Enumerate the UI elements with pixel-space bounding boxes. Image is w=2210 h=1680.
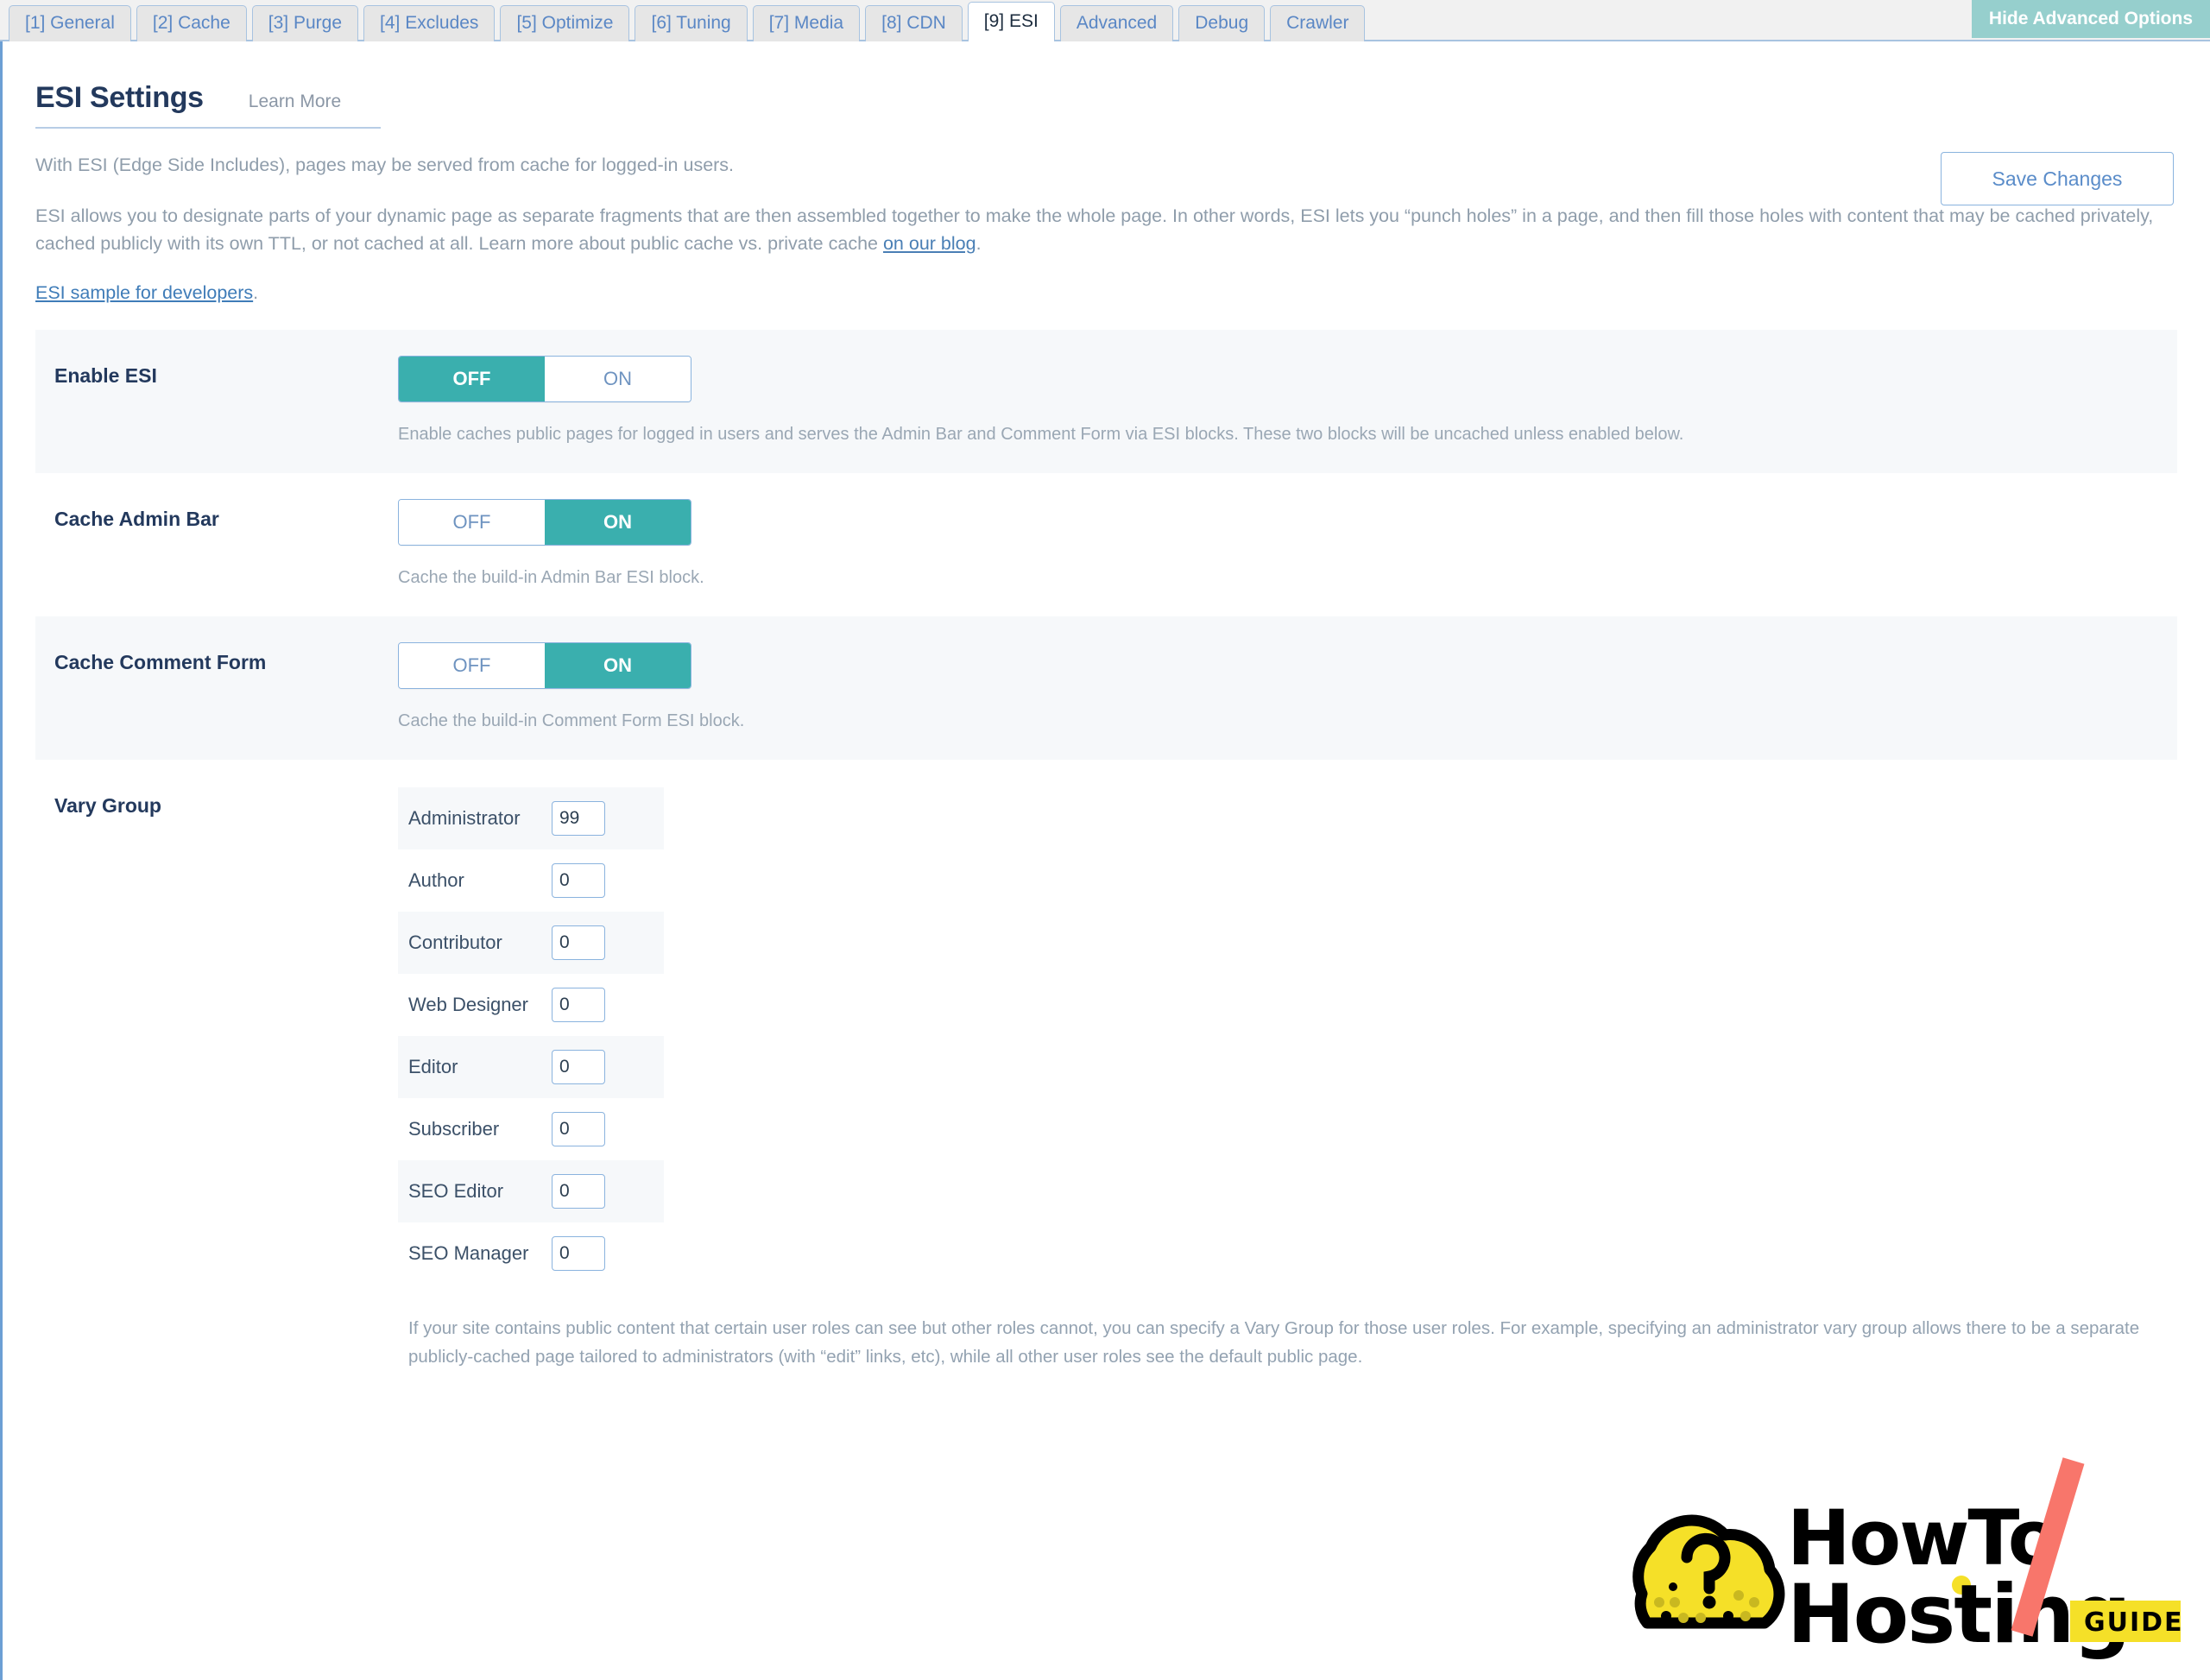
setting-row-cache-comment-form: Cache Comment Form OFF ON Cache the buil… (35, 616, 2177, 761)
tab-advanced[interactable]: Advanced (1059, 5, 1174, 41)
vary-group-table-body: Administrator Author (398, 787, 664, 1285)
vary-input-editor[interactable] (552, 1050, 605, 1085)
toggle-cache-admin-bar[interactable]: OFF ON (398, 499, 691, 546)
watermark-line1: HowTo (1787, 1494, 2058, 1582)
vary-role-value-cell-editor (552, 1036, 664, 1099)
watermark-slash (2011, 1457, 2085, 1637)
vary-input-author[interactable] (552, 863, 605, 899)
setting-row-vary-group: Vary Group Administrator Author (35, 760, 2177, 1398)
tab-general[interactable]: [1] General (9, 5, 131, 41)
setting-label-cache-comment-form: Cache Comment Form (54, 651, 267, 674)
vary-input-seo-editor[interactable] (552, 1174, 605, 1209)
table-row: SEO Editor (398, 1160, 664, 1223)
tab-excludes[interactable]: [4] Excludes (363, 5, 496, 41)
vary-role-label-seo-manager: SEO Manager (398, 1222, 552, 1285)
setting-label-enable-esi: Enable ESI (54, 364, 157, 388)
vary-role-value-cell-contributor (552, 912, 664, 975)
watermark-guide-label: GUIDE (2084, 1607, 2184, 1638)
toggle-enable-esi-off[interactable]: OFF (399, 357, 545, 402)
intro-paragraph-2: ESI allows you to designate parts of you… (35, 202, 2159, 258)
setting-row-cache-admin-bar: Cache Admin Bar OFF ON Cache the build-i… (35, 473, 2177, 617)
esi-sample-paragraph: ESI sample for developers. (35, 258, 2177, 304)
tab-media[interactable]: [7] Media (752, 5, 861, 41)
toggle-enable-esi[interactable]: OFF ON (398, 356, 691, 403)
tab-esi[interactable]: [9] ESI (967, 2, 1055, 41)
vary-input-administrator[interactable] (552, 801, 605, 837)
esi-sample-period: . (253, 282, 259, 304)
watermark-guide-badge (2070, 1601, 2181, 1642)
tab-crawler[interactable]: Crawler (1270, 5, 1366, 41)
setting-note-cache-comment-form: Cache the build-in Comment Form ESI bloc… (398, 711, 745, 731)
table-row: Contributor (398, 912, 664, 975)
tab-optimize[interactable]: [5] Optimize (500, 5, 630, 41)
tab-cache[interactable]: [2] Cache (136, 5, 247, 41)
esi-sample-link[interactable]: ESI sample for developers (35, 282, 253, 304)
vary-role-label-administrator: Administrator (398, 787, 552, 850)
toggle-enable-esi-on[interactable]: ON (545, 357, 691, 402)
table-row: SEO Manager (398, 1222, 664, 1285)
tab-tuning[interactable]: [6] Tuning (635, 5, 748, 41)
hide-advanced-options-button[interactable]: Hide Advanced Options (1971, 0, 2210, 38)
toggle-cache-admin-bar-off[interactable]: OFF (399, 500, 545, 546)
intro-paragraph-1: With ESI (Edge Side Includes), pages may… (35, 155, 735, 175)
vary-input-seo-manager[interactable] (552, 1236, 605, 1272)
toggle-cache-comment-form[interactable]: OFF ON (398, 642, 691, 690)
intro-p2-period: . (976, 233, 982, 255)
setting-label-vary-group: Vary Group (54, 794, 161, 818)
table-row: Web Designer (398, 974, 664, 1037)
watermark-line2: Hosting (1787, 1568, 2130, 1662)
esi-settings-panel: ESI Settings Learn More Save Changes Wit… (0, 41, 2210, 1680)
tab-debug[interactable]: Debug (1178, 5, 1266, 41)
vary-role-value-cell-seo-editor (552, 1160, 664, 1223)
page-title: ESI Settings (35, 81, 204, 114)
howtohosting-guide-watermark: HowTo Hosting GUIDE (1590, 1456, 2186, 1671)
vary-role-label-seo-editor: SEO Editor (398, 1160, 552, 1223)
vary-role-value-cell-author (552, 849, 664, 913)
table-row: Administrator (398, 787, 664, 850)
settings-tab-bar: [1] General [2] Cache [3] Purge [4] Excl… (0, 0, 2210, 41)
setting-body-cache-admin-bar: OFF ON Cache the build-in Admin Bar ESI … (398, 499, 2177, 591)
table-row: Subscriber (398, 1098, 664, 1161)
table-row: Author (398, 849, 664, 913)
learn-more-link[interactable]: Learn More (249, 92, 341, 112)
vary-input-web-designer[interactable] (552, 988, 605, 1023)
vary-group-note: If your site contains public content tha… (408, 1318, 2140, 1367)
toggle-cache-comment-form-on[interactable]: ON (545, 643, 691, 689)
table-row: Editor (398, 1036, 664, 1099)
vary-role-value-cell-administrator (552, 787, 664, 850)
vary-role-label-subscriber: Subscriber (398, 1098, 552, 1161)
watermark-dot (1952, 1576, 1971, 1595)
setting-note-cache-admin-bar: Cache the build-in Admin Bar ESI block. (398, 568, 704, 588)
our-blog-link[interactable]: on our blog (883, 233, 976, 254)
toggle-cache-comment-form-off[interactable]: OFF (399, 643, 545, 689)
setting-label-cache-admin-bar: Cache Admin Bar (54, 508, 219, 531)
intro-p2-text: ESI allows you to designate parts of you… (35, 205, 2154, 255)
vary-input-subscriber[interactable] (552, 1112, 605, 1147)
setting-row-enable-esi: Enable ESI OFF ON Enable caches public p… (35, 330, 2177, 474)
tab-cdn[interactable]: [8] CDN (865, 5, 963, 41)
vary-role-value-cell-web-designer (552, 974, 664, 1037)
settings-list: Enable ESI OFF ON Enable caches public p… (35, 330, 2177, 1398)
toggle-cache-admin-bar-on[interactable]: ON (545, 500, 691, 546)
setting-note-enable-esi: Enable caches public pages for logged in… (398, 425, 1684, 445)
vary-role-label-editor: Editor (398, 1036, 552, 1099)
vary-role-value-cell-subscriber (552, 1098, 664, 1161)
save-changes-button[interactable]: Save Changes (1941, 152, 2174, 205)
vary-role-label-author: Author (398, 849, 552, 913)
vary-role-value-cell-seo-manager (552, 1222, 664, 1285)
setting-body-enable-esi: OFF ON Enable caches public pages for lo… (398, 356, 2177, 447)
tab-purge[interactable]: [3] Purge (251, 5, 359, 41)
setting-body-vary-group: Administrator Author (398, 786, 2177, 1371)
vary-role-label-web-designer: Web Designer (398, 974, 552, 1037)
setting-body-cache-comment-form: OFF ON Cache the build-in Comment Form E… (398, 642, 2177, 734)
page-title-row: ESI Settings Learn More (35, 81, 381, 129)
vary-group-table: Administrator Author (398, 787, 664, 1285)
vary-input-contributor[interactable] (552, 925, 605, 961)
watermark-svg: HowTo Hosting GUIDE (1632, 1457, 2184, 1662)
vary-role-label-contributor: Contributor (398, 912, 552, 975)
cloud-question-icon (1632, 1514, 1785, 1629)
